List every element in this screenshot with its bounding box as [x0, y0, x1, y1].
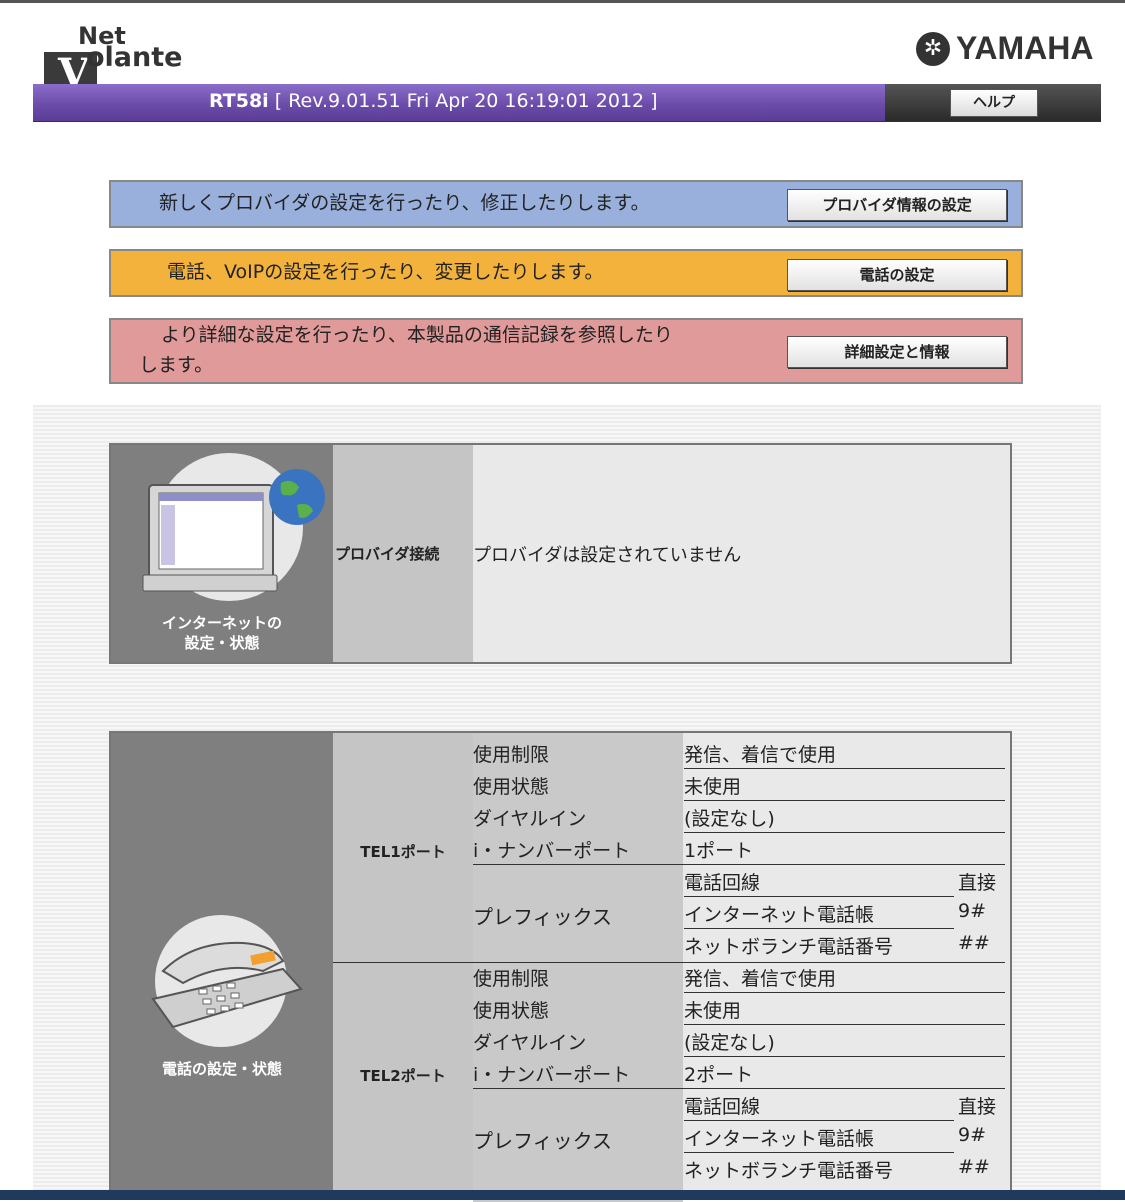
tel1-row-dial-in: ダイヤルイン (設定なし) [473, 801, 1005, 833]
logo-volante-text: olante [86, 42, 183, 73]
tel1-port-label: TEL1ポート [360, 843, 446, 861]
internet-side-panel: インターネットの 設定・状態 [111, 445, 333, 662]
provider-settings-text: 新しくプロバイダの設定を行ったり、修正したりします。 [159, 192, 650, 214]
tel1-prefix-internet-phonebook: インターネット電話帳 9# [473, 897, 1005, 929]
tel2-prefix-netvolante-number: ネットボランチ電話番号 ## [684, 1156, 990, 1182]
phone-side-panel: 電話の設定・状態 [111, 733, 333, 1200]
provider-connection-label: プロバイダ接続 [335, 545, 440, 563]
tel2-prefix-phone-line: 電話回線 直接 [473, 1089, 1005, 1121]
advanced-settings-text-line1: より詳細な設定を行ったり、本製品の通信記録を参照したり [161, 324, 673, 346]
tel1-row-i-number-port: i・ナンバーポート 1ポート [473, 833, 1005, 865]
tel2-port-label: TEL2ポート [360, 1067, 446, 1085]
provider-connection-value: プロバイダは設定されていません [473, 545, 742, 566]
telephone-icon [151, 915, 303, 1047]
model-name: RT58i [209, 90, 269, 112]
tel2-row-usage-status: 使用状態 未使用 [473, 993, 1005, 1025]
provider-settings-button[interactable]: プロバイダ情報の設定 [787, 189, 1007, 221]
yamaha-brand: ✲ YAMAHA [916, 30, 1094, 67]
phone-status-panel: 電話の設定・状態 TEL1ポート 使用制限 発信、着信で使用 使用状態 未使用 … [109, 731, 1012, 1202]
brand-name: YAMAHA [956, 30, 1094, 66]
tel1-row-usage-status: 使用状態 未使用 [473, 769, 1005, 801]
phone-settings-button[interactable]: 電話の設定 [787, 259, 1007, 291]
tel1-row-usage-limit: 使用制限 発信、着信で使用 [473, 737, 1005, 769]
tel2-row-usage-limit: 使用制限 発信、着信で使用 [473, 961, 1005, 993]
device-title: RT58i [ Rev.9.01.51 Fri Apr 20 16:19:01 … [209, 90, 658, 112]
tel2-row-i-number-port: i・ナンバーポート 2ポート [473, 1057, 1005, 1089]
phone-settings-box: 電話、VoIPの設定を行ったり、変更したりします。 電話の設定 [109, 249, 1023, 297]
internet-side-label-line1: インターネットの [161, 614, 282, 632]
advanced-settings-box: より詳細な設定を行ったり、本製品の通信記録を参照したり します。 詳細設定と情報 [109, 318, 1023, 384]
help-button[interactable]: ヘルプ [950, 89, 1038, 117]
phone-port-column [333, 733, 473, 1200]
computer-globe-icon [142, 453, 325, 601]
tel1-prefix-netvolante-number: ネットボランチ電話番号 ## [684, 932, 990, 958]
internet-side-label-line2: 設定・状態 [184, 634, 260, 652]
window-top-border [0, 0, 1125, 3]
tel2-prefix-internet-phonebook: インターネット電話帳 9# [473, 1121, 1005, 1153]
yamaha-emblem-icon: ✲ [916, 31, 950, 66]
header-bar: RT58i [ Rev.9.01.51 Fri Apr 20 16:19:01 … [33, 84, 1101, 122]
internet-status-panel: インターネットの 設定・状態 プロバイダ接続 プロバイダは設定されていません [109, 443, 1012, 664]
advanced-settings-text-line2: します。 [139, 354, 214, 376]
revision-text: [ Rev.9.01.51 Fri Apr 20 16:19:01 2012 ] [274, 90, 658, 112]
provider-settings-box: 新しくプロバイダの設定を行ったり、修正したりします。 プロバイダ情報の設定 [109, 180, 1023, 228]
taskbar-strip [0, 1190, 1125, 1200]
advanced-settings-button[interactable]: 詳細設定と情報 [787, 336, 1007, 368]
tel2-row-dial-in: ダイヤルイン (設定なし) [473, 1025, 1005, 1057]
phone-settings-text: 電話、VoIPの設定を行ったり、変更したりします。 [167, 261, 604, 283]
phone-side-label: 電話の設定・状態 [161, 1060, 282, 1078]
tel1-prefix-phone-line: 電話回線 直接 [473, 865, 1005, 897]
